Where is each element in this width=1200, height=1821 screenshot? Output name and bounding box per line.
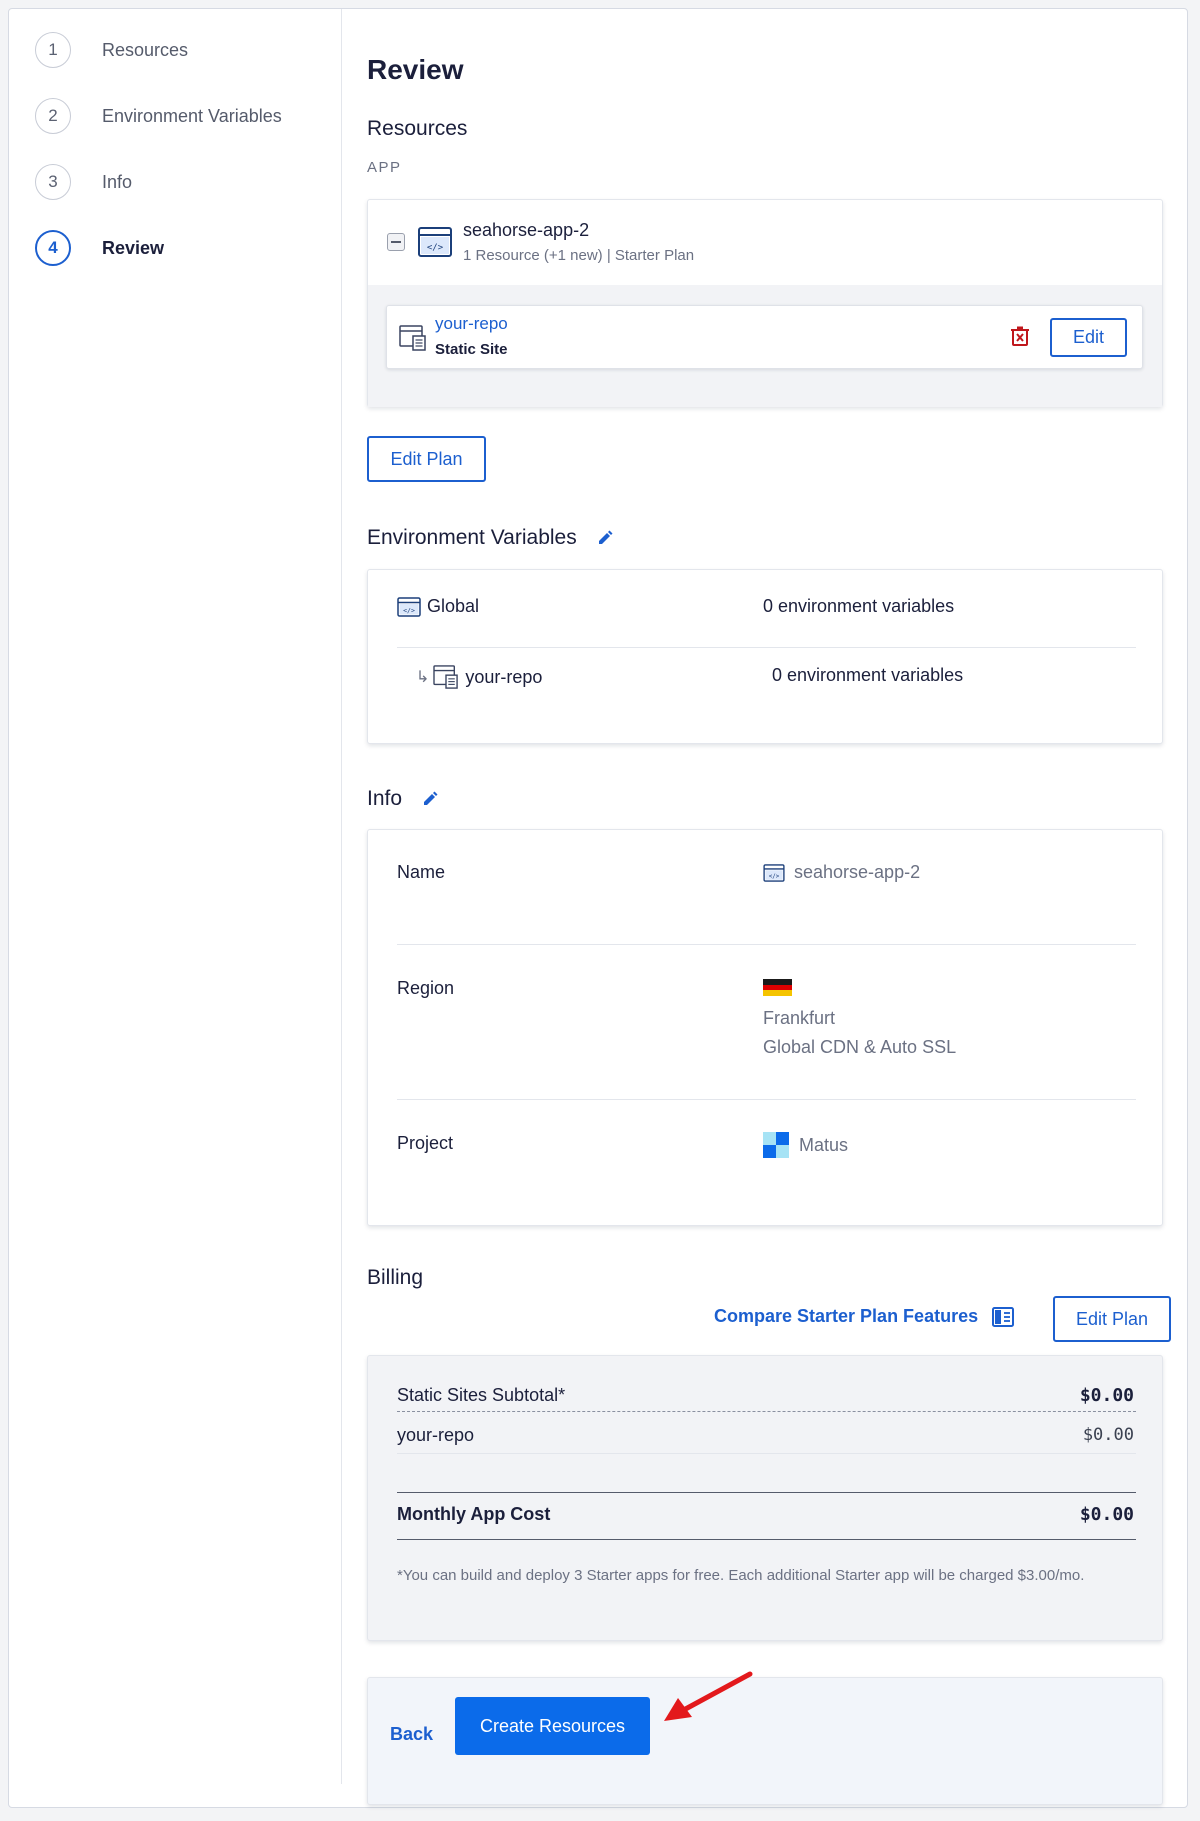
step-number: 2 bbox=[35, 98, 71, 134]
stepper-sidebar: 1 Resources 2 Environment Variables 3 In… bbox=[9, 9, 342, 1784]
env-row-component: ↳ your-repo bbox=[416, 665, 542, 689]
component-type: Static Site bbox=[435, 341, 508, 358]
app-components: your-repo Static Site Edit bbox=[368, 285, 1162, 407]
info-project-label: Project bbox=[397, 1133, 454, 1153]
env-row-global: </> Global bbox=[397, 596, 479, 617]
monthly-cost-label: Monthly App Cost bbox=[397, 1504, 551, 1524]
env-row-name: your-repo bbox=[465, 666, 543, 687]
static-site-icon bbox=[399, 325, 427, 356]
compare-plan-link[interactable]: Compare Starter Plan Features bbox=[714, 1306, 1015, 1327]
divider bbox=[397, 1492, 1136, 1493]
sub-arrow: ↳ bbox=[416, 669, 430, 686]
info-heading: Info bbox=[367, 787, 438, 811]
svg-text:</>: </> bbox=[427, 243, 444, 253]
svg-text:</>: </> bbox=[769, 873, 780, 879]
document-icon bbox=[992, 1306, 1015, 1327]
step-number: 1 bbox=[35, 32, 71, 68]
resources-heading: Resources bbox=[367, 117, 468, 140]
step-number: 3 bbox=[35, 164, 71, 200]
line-item-label: your-repo bbox=[397, 1425, 475, 1445]
dashed-divider bbox=[397, 1411, 1136, 1412]
billing-summary: Static Sites Subtotal* $0.00 your-repo $… bbox=[367, 1355, 1163, 1641]
step-number-active: 4 bbox=[35, 230, 71, 266]
app-code-icon: </> bbox=[763, 863, 785, 882]
divider bbox=[397, 1453, 1136, 1454]
region-extra: Global CDN & Auto SSL bbox=[763, 1037, 957, 1057]
step-label-active: Review bbox=[102, 237, 165, 258]
divider bbox=[397, 647, 1136, 648]
edit-plan-button[interactable]: Edit Plan bbox=[367, 436, 486, 482]
back-link[interactable]: Back bbox=[390, 1724, 433, 1745]
info-region-label: Region bbox=[397, 978, 455, 998]
annotation-arrow-icon bbox=[660, 1670, 755, 1730]
step-resources[interactable]: 1 Resources bbox=[35, 31, 188, 69]
subtotal-label: Static Sites Subtotal* bbox=[397, 1385, 566, 1405]
step-label: Resources bbox=[102, 39, 189, 60]
billing-edit-plan-button[interactable]: Edit Plan bbox=[1053, 1296, 1171, 1342]
step-label: Environment Variables bbox=[102, 105, 282, 126]
info-project-value: Matus bbox=[763, 1132, 848, 1158]
billing-heading: Billing bbox=[367, 1266, 424, 1289]
global-app-icon: </> bbox=[397, 596, 421, 617]
trash-icon[interactable] bbox=[1011, 326, 1029, 351]
component-row: your-repo Static Site Edit bbox=[386, 305, 1143, 369]
app-summary: 1 Resource (+1 new) | Starter Plan bbox=[463, 247, 695, 264]
app-code-icon: </> bbox=[418, 227, 452, 262]
app-name: seahorse-app-2 bbox=[463, 220, 590, 240]
app-card: </> seahorse-app-2 1 Resource (+1 new) |… bbox=[367, 199, 1163, 407]
env-heading-label: Environment Variables bbox=[367, 526, 577, 549]
info-name-label: Name bbox=[397, 862, 446, 882]
pencil-icon[interactable] bbox=[597, 530, 613, 546]
step-info[interactable]: 3 Info bbox=[35, 163, 132, 201]
create-resources-button[interactable]: Create Resources bbox=[455, 1697, 650, 1755]
region-city: Frankfurt bbox=[763, 1008, 836, 1028]
pencil-icon[interactable] bbox=[422, 791, 438, 807]
divider bbox=[397, 1099, 1136, 1100]
action-footer: Back Create Resources bbox=[367, 1671, 1163, 1805]
info-heading-label: Info bbox=[367, 787, 403, 810]
compare-plan-label: Compare Starter Plan Features bbox=[714, 1306, 979, 1326]
step-environment-variables[interactable]: 2 Environment Variables bbox=[35, 97, 282, 135]
app-name-value: seahorse-app-2 bbox=[794, 862, 921, 882]
page-title: Review bbox=[367, 54, 464, 85]
app-caption: APP bbox=[367, 159, 402, 176]
subtotal-value: $0.00 bbox=[1079, 1385, 1134, 1406]
info-name-value: </> seahorse-app-2 bbox=[763, 862, 920, 883]
env-row-count: 0 environment variables bbox=[772, 665, 964, 685]
line-item-value: $0.00 bbox=[1082, 1425, 1134, 1445]
env-row-count: 0 environment variables bbox=[763, 596, 955, 616]
app-header: </> seahorse-app-2 1 Resource (+1 new) |… bbox=[368, 200, 1162, 285]
divider bbox=[397, 944, 1136, 945]
divider bbox=[397, 1539, 1136, 1540]
monthly-cost-value: $0.00 bbox=[1079, 1504, 1134, 1525]
static-site-icon bbox=[433, 665, 459, 689]
step-label: Info bbox=[102, 171, 133, 192]
env-card: </> Global 0 environment variables ↳ you… bbox=[367, 569, 1163, 744]
step-review[interactable]: 4 Review bbox=[35, 229, 164, 267]
svg-text:</>: </> bbox=[403, 606, 415, 614]
env-heading: Environment Variables bbox=[367, 526, 613, 550]
info-card: Name </> seahorse-app-2 Region Frankfurt… bbox=[367, 829, 1163, 1226]
billing-note: *You can build and deploy 3 Starter apps… bbox=[397, 1567, 1085, 1584]
review-page: 1 Resources 2 Environment Variables 3 In… bbox=[8, 8, 1188, 1808]
germany-flag-icon bbox=[763, 979, 792, 996]
edit-component-button[interactable]: Edit bbox=[1050, 318, 1127, 357]
collapse-button[interactable] bbox=[387, 233, 405, 251]
project-name: Matus bbox=[799, 1134, 849, 1155]
env-row-name: Global bbox=[427, 596, 480, 616]
project-icon bbox=[763, 1132, 789, 1158]
component-name-link[interactable]: your-repo bbox=[435, 314, 508, 334]
